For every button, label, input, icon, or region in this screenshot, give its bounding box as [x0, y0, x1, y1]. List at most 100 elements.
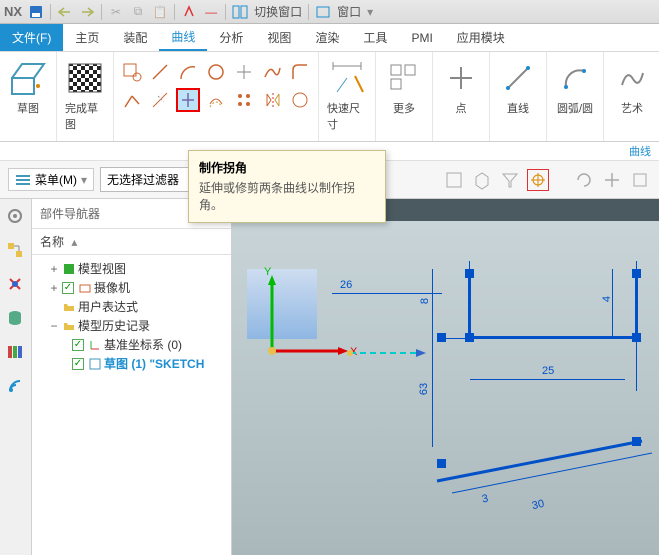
ext-line — [469, 261, 470, 341]
filter-funnel-icon[interactable] — [499, 169, 521, 191]
tooltip-body: 延伸或修剪两条曲线以制作拐角。 — [199, 180, 375, 214]
settings-gear-icon[interactable] — [6, 207, 26, 227]
menu-render[interactable]: 渲染 — [303, 24, 351, 51]
sketch-angled[interactable] — [432, 431, 659, 501]
paste-icon[interactable]: 📋 — [152, 4, 168, 20]
more-icon — [384, 58, 424, 98]
trim-icon[interactable] — [148, 88, 172, 112]
tree-datum[interactable]: ✓基准坐标系 (0) — [36, 335, 227, 354]
filter-wire-icon[interactable] — [471, 169, 493, 191]
line-button[interactable]: 直线 — [496, 56, 540, 118]
cross-icon — [441, 58, 481, 98]
arc-button[interactable]: 圆弧/圆 — [553, 56, 597, 118]
curve-tool-grid — [116, 56, 316, 116]
more-label: 更多 — [393, 100, 415, 116]
tree-camera[interactable]: +✓摄像机 — [36, 278, 227, 297]
dim-line — [332, 293, 442, 294]
camera-icon — [78, 281, 92, 295]
fillet-icon[interactable] — [288, 60, 312, 84]
window-menu[interactable]: 窗口 — [337, 3, 361, 20]
circle-icon[interactable] — [204, 60, 228, 84]
menu-assembly[interactable]: 装配 — [111, 24, 159, 51]
csys-icon — [88, 338, 102, 352]
point-icon[interactable] — [232, 60, 256, 84]
folder-open-icon — [62, 319, 76, 333]
constraint-icon[interactable] — [6, 275, 26, 295]
database-icon[interactable] — [6, 309, 26, 329]
tree-user-expr[interactable]: 用户表达式 — [36, 297, 227, 316]
finish-sketch-button[interactable]: 完成草图 — [63, 56, 107, 134]
finish-sketch-label: 完成草图 — [65, 100, 105, 132]
redline-icon[interactable]: — — [203, 4, 219, 20]
materials-icon[interactable] — [6, 343, 26, 363]
more-button[interactable]: 更多 — [382, 56, 426, 118]
tooltip: 制作拐角 延伸或修剪两条曲线以制作拐角。 — [188, 150, 386, 223]
pan-icon[interactable] — [601, 169, 623, 191]
broadcast-icon[interactable] — [6, 377, 26, 397]
ribbon: 草图 完成草图 快速尺寸 — [0, 52, 659, 142]
copy-icon[interactable]: ⧉ — [130, 4, 146, 20]
quick-dim-button[interactable]: 快速尺寸 — [325, 56, 369, 134]
part-navigator: 部件导航器 ▢ 名称 ▴ +模型视图 +✓摄像机 用户表达式 −模型历史记录 ✓… — [32, 199, 232, 555]
sketch-button[interactable]: 草图 — [6, 56, 50, 118]
pattern-icon[interactable] — [232, 88, 256, 112]
box-icon[interactable] — [629, 169, 651, 191]
touch-icon[interactable] — [181, 4, 197, 20]
sort-icon[interactable]: ▴ — [71, 235, 77, 249]
menu-analyze[interactable]: 分析 — [207, 24, 255, 51]
tree-history[interactable]: −模型历史记录 — [36, 316, 227, 335]
assembly-tree-icon[interactable] — [6, 241, 26, 261]
window-icon[interactable] — [315, 4, 331, 20]
mirror-icon[interactable] — [260, 88, 284, 112]
art-label: 艺术 — [621, 100, 643, 116]
window-menu-chevron-icon[interactable]: ▾ — [367, 5, 373, 19]
save-icon[interactable] — [28, 4, 44, 20]
menu-pmi[interactable]: PMI — [399, 24, 444, 51]
ext-line — [437, 338, 469, 339]
filter-target-icon[interactable] — [527, 169, 549, 191]
cut-icon[interactable]: ✂ — [108, 4, 124, 20]
make-corner-icon[interactable] — [176, 88, 200, 112]
ext-line — [636, 261, 637, 391]
filter-cube-icon[interactable] — [443, 169, 465, 191]
rotate-icon[interactable] — [573, 169, 595, 191]
window-split-icon[interactable] — [232, 4, 248, 20]
profile-icon[interactable] — [120, 60, 144, 84]
offset-icon[interactable] — [204, 88, 228, 112]
canvas[interactable]: X Y 26 8 4 63 25 — [232, 221, 659, 555]
spline-icon[interactable] — [260, 60, 284, 84]
arc2-icon — [555, 58, 595, 98]
main-area: 部件导航器 ▢ 名称 ▴ +模型视图 +✓摄像机 用户表达式 −模型历史记录 ✓… — [0, 199, 659, 555]
dim-8: 8 — [419, 298, 431, 304]
tree-sketch[interactable]: ✓草图 (1) "SKETCH — [36, 354, 227, 373]
menu-curve[interactable]: 曲线 — [159, 24, 207, 51]
menu-file[interactable]: 文件(F) — [0, 24, 63, 51]
undo-icon[interactable] — [57, 4, 73, 20]
sketch-line[interactable] — [468, 336, 636, 339]
selection-filter[interactable]: 无选择过滤器 — [100, 167, 190, 192]
finish-sketch-icon — [65, 58, 105, 98]
nav-tree: +模型视图 +✓摄像机 用户表达式 −模型历史记录 ✓基准坐标系 (0) ✓草图… — [32, 255, 231, 377]
line-label: 直线 — [507, 100, 529, 116]
menu-view[interactable]: 视图 — [255, 24, 303, 51]
point-button[interactable]: 点 — [439, 56, 483, 118]
dim-4: 4 — [601, 296, 613, 302]
left-icon-strip — [0, 199, 32, 555]
arc-icon[interactable] — [176, 60, 200, 84]
tooltip-title: 制作拐角 — [199, 159, 375, 176]
art-button[interactable]: 艺术 — [610, 56, 654, 118]
switch-window-button[interactable]: 切换窗口 — [254, 3, 302, 20]
menu-home[interactable]: 主页 — [63, 24, 111, 51]
redo-icon[interactable] — [79, 4, 95, 20]
graphics-area: _model1.prt 🖈 ✕ X Y — [232, 199, 659, 555]
line-icon[interactable] — [148, 60, 172, 84]
menu-appmod[interactable]: 应用模块 — [445, 24, 517, 51]
dim-line — [470, 379, 625, 380]
menu-tool[interactable]: 工具 — [351, 24, 399, 51]
x-axis-aux-icon — [350, 343, 440, 363]
menu-m-button[interactable]: 菜单(M) ▾ — [8, 168, 94, 191]
tree-model-view[interactable]: +模型视图 — [36, 259, 227, 278]
point-label: 点 — [456, 100, 467, 116]
angled-line-icon[interactable] — [120, 88, 144, 112]
intersect-icon[interactable] — [288, 88, 312, 112]
